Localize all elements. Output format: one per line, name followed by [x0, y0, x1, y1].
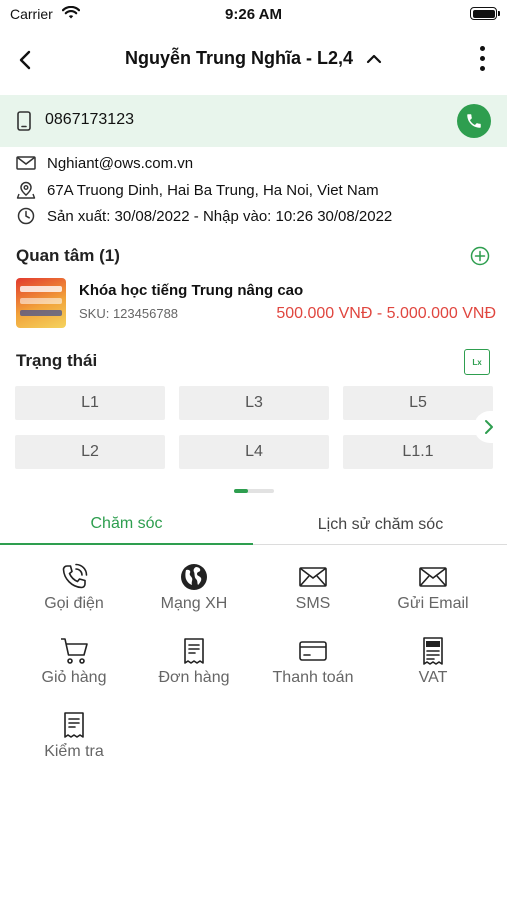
tab-cham-soc[interactable]: Chăm sóc	[0, 504, 253, 545]
battery-icon	[470, 7, 500, 20]
product-name: Khóa học tiếng Trung nâng cao	[79, 282, 304, 299]
action-payment[interactable]: Thanh toán	[254, 636, 372, 696]
next-page-button[interactable]	[474, 411, 504, 443]
lx-label: Lx	[472, 357, 482, 367]
lx-button[interactable]: Lx	[464, 349, 490, 375]
status-title: Trạng thái	[16, 351, 98, 370]
email-row: Nghiant@ows.com.vn	[16, 152, 193, 174]
action-label: Đơn hàng	[158, 669, 230, 686]
tab-lich-su-cham-soc[interactable]: Lịch sử chăm sóc	[254, 504, 507, 545]
page-title: Nguyễn Trung Nghĩa - L2,4	[124, 48, 353, 68]
nav-bar: Nguyễn Trung Nghĩa - L2,4	[0, 36, 507, 84]
action-vat[interactable]: VAT	[374, 636, 492, 696]
action-label: SMS	[295, 595, 331, 612]
action-send-email[interactable]: Gửi Email	[374, 562, 492, 622]
tab-bar: Chăm sóc Lịch sử chăm sóc	[0, 504, 507, 545]
envelope-icon	[419, 567, 447, 587]
more-options-icon[interactable]	[477, 46, 487, 74]
product-thumbnail	[16, 278, 66, 328]
address-text: 67A Truong Dinh, Hai Ba Trung, Ha Noi, V…	[47, 181, 379, 199]
dates-row: Sản xuất: 30/08/2022 - Nhập vào: 10:26 3…	[16, 205, 392, 227]
action-social[interactable]: Mạng XH	[135, 562, 253, 622]
action-label: Kiểm tra	[44, 743, 104, 760]
action-cart[interactable]: Giỏ hàng	[15, 636, 133, 696]
vat-invoice-icon	[423, 637, 443, 665]
action-label: Gửi Email	[397, 595, 469, 612]
location-pin-icon	[16, 181, 36, 199]
status-chip[interactable]: L1.1	[343, 435, 493, 469]
product-sku: SKU: 123456788	[79, 306, 179, 321]
receipt-icon	[184, 638, 204, 664]
page-indicator	[234, 489, 274, 493]
dates-text: Sản xuất: 30/08/2022 - Nhập vào: 10:26 3…	[47, 207, 393, 225]
envelope-icon	[16, 156, 36, 170]
action-orders[interactable]: Đơn hàng	[135, 636, 253, 696]
interest-title: Quan tâm (1)	[16, 246, 120, 265]
card-icon	[299, 641, 327, 661]
add-circle-icon[interactable]	[470, 246, 490, 266]
action-call[interactable]: Gọi điện	[15, 562, 133, 622]
action-label: Gọi điện	[44, 595, 104, 612]
mobile-phone-icon	[17, 111, 31, 131]
phone-icon	[467, 114, 481, 128]
product-item[interactable]: Khóa học tiếng Trung nâng cao SKU: 12345…	[16, 278, 496, 330]
action-check[interactable]: Kiểm tra	[15, 710, 133, 770]
status-chip[interactable]: L4	[179, 435, 329, 469]
page-title-toggle[interactable]: Nguyễn Trung Nghĩa - L2,4	[0, 48, 507, 69]
action-sms[interactable]: SMS	[254, 562, 372, 622]
clock: 9:26 AM	[225, 6, 282, 23]
action-label: Thanh toán	[272, 669, 354, 686]
action-label: Giỏ hàng	[41, 669, 107, 686]
email-text[interactable]: Nghiant@ows.com.vn	[47, 155, 193, 172]
phone-number[interactable]: 0867173123	[45, 111, 134, 129]
phone-call-icon	[62, 563, 88, 589]
cart-icon	[61, 638, 88, 664]
phone-row: 0867173123	[0, 95, 507, 147]
action-label: VAT	[418, 669, 448, 686]
action-label: Mạng XH	[160, 595, 228, 612]
globe-icon	[181, 564, 207, 590]
chevron-up-icon	[366, 55, 382, 64]
status-bar: Carrier 9:26 AM	[0, 0, 507, 30]
call-button[interactable]	[457, 104, 491, 138]
address-row: 67A Truong Dinh, Hai Ba Trung, Ha Noi, V…	[16, 179, 379, 201]
clock-icon	[17, 207, 35, 225]
receipt-icon	[64, 712, 84, 738]
product-price: 500.000 VNĐ - 5.000.000 VNĐ	[276, 305, 496, 322]
chevron-right-icon	[485, 420, 493, 434]
envelope-icon	[299, 567, 327, 587]
status-chip[interactable]: L3	[179, 386, 329, 420]
status-chip[interactable]: L5	[343, 386, 493, 420]
status-chip[interactable]: L1	[15, 386, 165, 420]
status-chip[interactable]: L2	[15, 435, 165, 469]
